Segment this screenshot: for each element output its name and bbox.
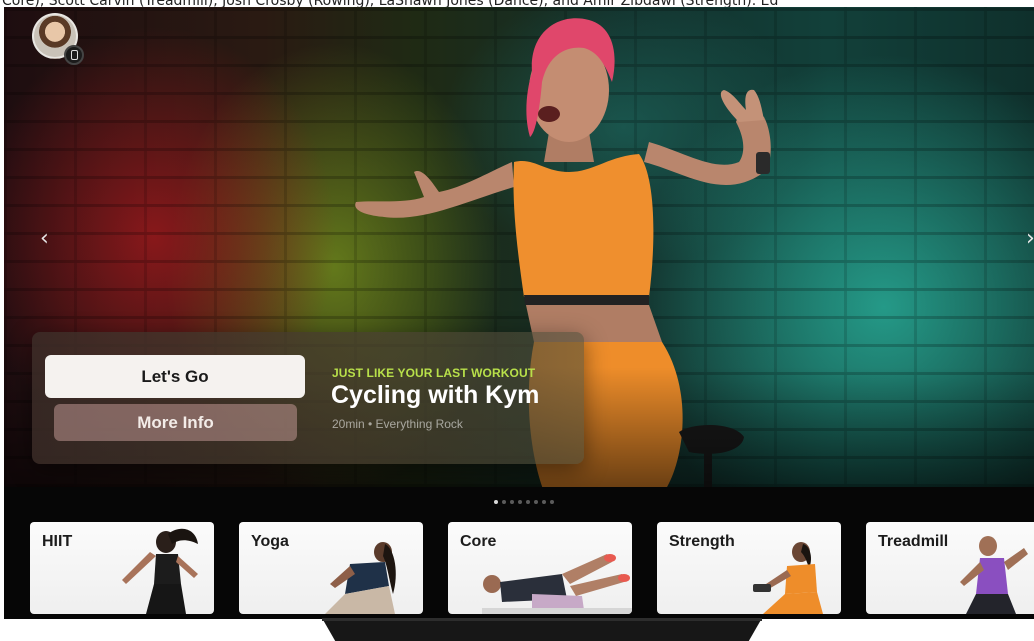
category-label: HIIT	[42, 533, 73, 550]
treadmill-athlete-image	[960, 536, 1028, 614]
page-dot[interactable]	[518, 500, 522, 504]
workout-title: Cycling with Kym	[331, 381, 540, 409]
core-athlete-image	[482, 554, 632, 614]
category-shelf: HIIT Yoga Core Strength Treadmill	[30, 522, 1034, 614]
page-dot[interactable]	[550, 500, 554, 504]
lets-go-button[interactable]: Let's Go	[45, 355, 305, 398]
page-dot[interactable]	[534, 500, 538, 504]
page-dot[interactable]	[526, 500, 530, 504]
tv-stand-edge	[322, 618, 762, 621]
category-tile-strength[interactable]: Strength	[657, 522, 841, 614]
watch-badge-icon	[64, 45, 84, 65]
page-indicator	[494, 500, 554, 504]
page-dot[interactable]	[494, 500, 498, 504]
page-dot[interactable]	[502, 500, 506, 504]
chevron-right-icon[interactable]: ›	[1026, 228, 1034, 250]
page-dot[interactable]	[542, 500, 546, 504]
hero-banner[interactable]: ‹ › Let's Go More Info JUST LIKE YOUR LA…	[4, 7, 1034, 487]
category-tile-hiit[interactable]: HIIT	[30, 522, 214, 614]
more-info-button[interactable]: More Info	[54, 404, 297, 441]
screenshot-stage: Core), Scott Carvin (Treadmill), Josh Cr…	[0, 0, 1034, 641]
category-tile-core[interactable]: Core	[448, 522, 632, 614]
tv-screen: ‹ › Let's Go More Info JUST LIKE YOUR LA…	[4, 7, 1034, 619]
page-dot[interactable]	[510, 500, 514, 504]
hiit-athlete-image	[122, 528, 198, 614]
tv-stand	[322, 618, 762, 641]
category-tile-treadmill[interactable]: Treadmill	[866, 522, 1034, 614]
featured-workout-panel: Let's Go More Info JUST LIKE YOUR LAST W…	[32, 332, 584, 464]
yoga-athlete-image	[325, 542, 396, 614]
strength-athlete-image	[753, 542, 823, 614]
category-label: Treadmill	[878, 533, 949, 550]
category-label: Yoga	[251, 533, 289, 550]
chevron-left-icon[interactable]: ‹	[40, 228, 49, 250]
category-tile-yoga[interactable]: Yoga	[239, 522, 423, 614]
workout-eyebrow: JUST LIKE YOUR LAST WORKOUT	[332, 366, 536, 380]
category-label: Strength	[669, 533, 735, 550]
workout-meta: 20min • Everything Rock	[332, 417, 463, 431]
